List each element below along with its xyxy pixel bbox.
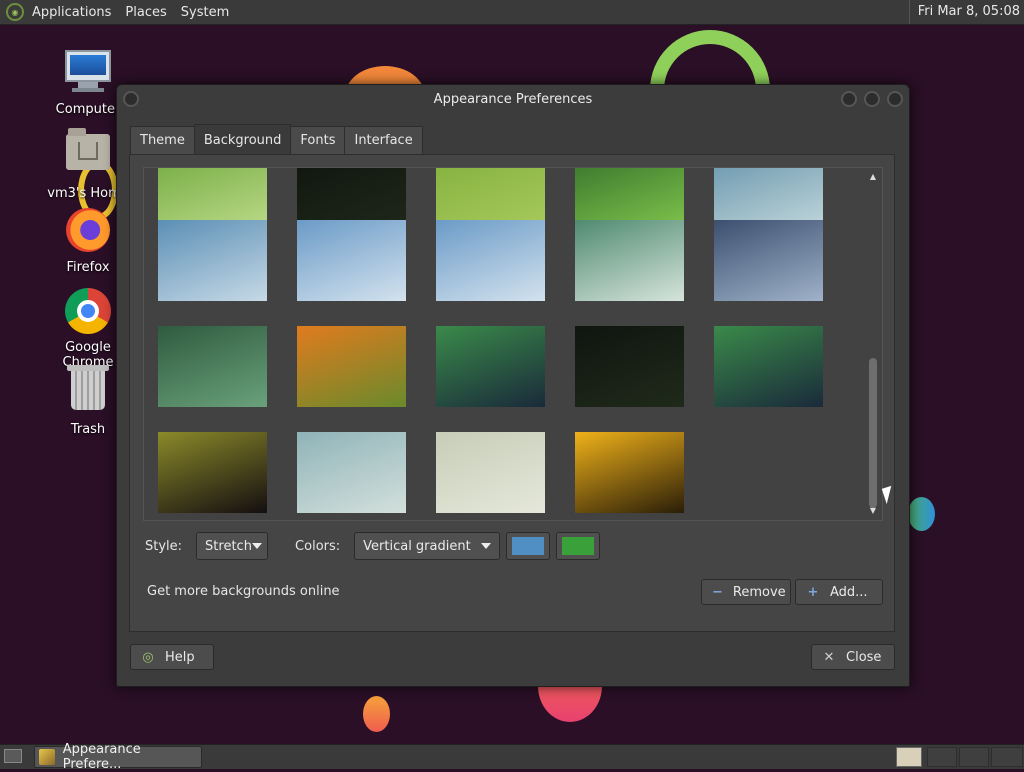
style-dropdown[interactable]: Stretch bbox=[196, 532, 269, 560]
wallpaper-thumbnail[interactable] bbox=[575, 432, 684, 513]
style-dropdown-value: Stretch bbox=[205, 538, 252, 554]
actions-row: Get more backgrounds online − Remove + A… bbox=[145, 579, 885, 607]
minimize-button[interactable] bbox=[841, 91, 857, 107]
more-backgrounds-link[interactable]: Get more backgrounds online bbox=[147, 584, 340, 599]
minus-icon: − bbox=[712, 584, 723, 600]
dialog-titlebar[interactable]: Appearance Preferences bbox=[117, 85, 909, 117]
wallpaper-thumbnail[interactable] bbox=[714, 220, 823, 301]
remove-button[interactable]: − Remove bbox=[701, 579, 791, 605]
top-panel: ◉ Applications Places System Fri Mar 8, … bbox=[0, 0, 1024, 25]
workspace-switcher-icon[interactable] bbox=[896, 747, 922, 767]
appearance-app-icon bbox=[39, 749, 55, 765]
wallpaper-thumbnail[interactable] bbox=[436, 220, 545, 301]
secondary-color-swatch bbox=[562, 537, 595, 555]
chrome-icon bbox=[64, 288, 112, 336]
bottom-panel: Appearance Prefere... bbox=[0, 742, 1024, 772]
taskbar-item-appearance[interactable]: Appearance Prefere... bbox=[34, 742, 202, 772]
colors-dropdown[interactable]: Vertical gradient bbox=[354, 532, 501, 560]
wallpaper-blob-shape bbox=[363, 696, 390, 732]
help-label: Help bbox=[165, 649, 195, 665]
colors-label: Colors: bbox=[295, 538, 341, 554]
wallpaper-thumbnail[interactable] bbox=[158, 220, 267, 301]
trash-icon bbox=[64, 365, 112, 418]
background-tab-panel: ▲ ▼ Style: Stretch Colors: Vertical grad… bbox=[129, 154, 895, 632]
scroll-down-icon[interactable]: ▼ bbox=[868, 506, 878, 516]
tab-interface[interactable]: Interface bbox=[344, 126, 423, 154]
plus-icon: + bbox=[807, 584, 819, 600]
distro-logo-icon[interactable]: ◉ bbox=[6, 3, 24, 21]
close-window-button[interactable] bbox=[887, 91, 903, 107]
workspace-4[interactable] bbox=[991, 747, 1023, 767]
appearance-preferences-dialog: Appearance Preferences Theme Background … bbox=[116, 84, 910, 687]
wallpaper-thumbnail[interactable] bbox=[297, 432, 406, 513]
tab-theme[interactable]: Theme bbox=[130, 126, 195, 154]
close-button[interactable]: ✕ Close bbox=[811, 644, 895, 670]
add-button[interactable]: + Add... bbox=[795, 579, 883, 605]
wallpaper-thumbnail[interactable] bbox=[436, 168, 545, 223]
window-menu-button[interactable] bbox=[123, 91, 139, 107]
tab-bar: Theme Background Fonts Interface bbox=[130, 124, 423, 154]
wallpaper-thumbnail[interactable] bbox=[436, 432, 545, 513]
wallpaper-thumbnail[interactable] bbox=[575, 168, 684, 223]
home-folder-icon bbox=[64, 128, 112, 182]
menu-system[interactable]: System bbox=[181, 5, 229, 20]
style-label: Style: bbox=[145, 538, 183, 554]
wallpaper-thumbnail[interactable] bbox=[297, 168, 406, 223]
secondary-color-button[interactable] bbox=[556, 532, 601, 560]
remove-label: Remove bbox=[732, 584, 786, 600]
chevron-down-icon bbox=[251, 543, 262, 549]
workspace-2[interactable] bbox=[927, 747, 957, 767]
tab-fonts[interactable]: Fonts bbox=[290, 126, 346, 154]
menu-applications[interactable]: Applications bbox=[32, 5, 111, 20]
colors-dropdown-value: Vertical gradient bbox=[363, 538, 471, 554]
clock[interactable]: Fri Mar 8, 05:08 bbox=[908, 0, 1020, 24]
primary-color-button[interactable] bbox=[506, 532, 551, 560]
wallpaper-thumbnail[interactable] bbox=[714, 168, 823, 223]
wallpaper-thumbnail[interactable] bbox=[158, 432, 267, 513]
wallpaper-blob-shape bbox=[908, 497, 935, 531]
scroll-up-icon[interactable]: ▲ bbox=[868, 172, 878, 182]
show-desktop-icon[interactable] bbox=[4, 749, 22, 763]
wallpaper-thumbnail[interactable] bbox=[297, 220, 406, 301]
tab-background[interactable]: Background bbox=[193, 124, 292, 154]
scrollbar-thumb[interactable] bbox=[869, 358, 877, 508]
close-icon: ✕ bbox=[823, 649, 835, 665]
wallpaper-thumbnail[interactable] bbox=[714, 326, 823, 407]
lifebuoy-icon: ◎ bbox=[142, 649, 154, 665]
dialog-title: Appearance Preferences bbox=[433, 92, 593, 107]
wallpaper-thumbnail[interactable] bbox=[436, 326, 545, 407]
wallpaper-thumbnail[interactable] bbox=[575, 326, 684, 407]
firefox-icon bbox=[64, 208, 112, 256]
close-label: Close bbox=[846, 649, 882, 665]
wallpaper-scrollbar[interactable]: ▲ ▼ bbox=[868, 172, 878, 516]
menu-places[interactable]: Places bbox=[125, 5, 166, 20]
maximize-button[interactable] bbox=[864, 91, 880, 107]
computer-icon bbox=[64, 50, 112, 98]
help-button[interactable]: ◎ Help bbox=[130, 644, 214, 670]
wallpaper-thumbnail[interactable] bbox=[158, 168, 267, 223]
wallpaper-thumbnail[interactable] bbox=[158, 326, 267, 407]
add-label: Add... bbox=[830, 584, 868, 600]
wallpaper-grid[interactable]: ▲ ▼ bbox=[143, 167, 883, 521]
primary-color-swatch bbox=[512, 537, 545, 555]
wallpaper-thumbnail[interactable] bbox=[297, 326, 406, 407]
wallpaper-thumbnail[interactable] bbox=[575, 220, 684, 301]
workspace-3[interactable] bbox=[959, 747, 989, 767]
style-colors-row: Style: Stretch Colors: Vertical gradient bbox=[145, 531, 885, 561]
chevron-down-icon bbox=[481, 543, 492, 549]
